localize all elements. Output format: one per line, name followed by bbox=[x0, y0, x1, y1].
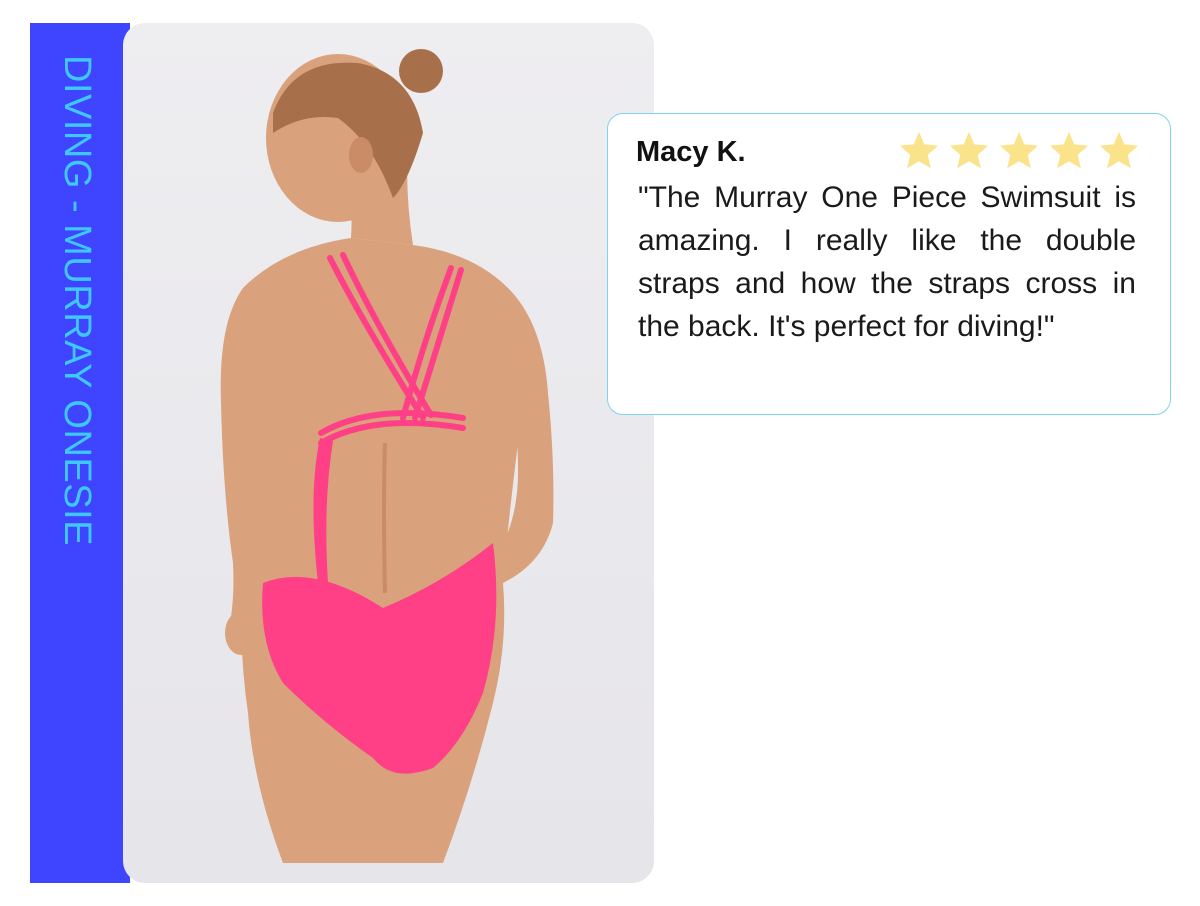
product-photo bbox=[123, 23, 654, 883]
model-swimsuit-illustration bbox=[220, 49, 554, 863]
category-label: DIVING - MURRAY ONESIE bbox=[56, 55, 98, 546]
review-card: Macy K. "The Murray One Piece Swimsuit i… bbox=[607, 113, 1171, 415]
star-icon bbox=[899, 131, 939, 169]
review-text: "The Murray One Piece Swimsuit is amazin… bbox=[638, 181, 1136, 343]
star-icon bbox=[999, 131, 1039, 169]
star-rating bbox=[898, 130, 1140, 170]
reviewer-name: Macy K. bbox=[636, 136, 746, 168]
star-icon bbox=[1099, 131, 1139, 169]
star-icon bbox=[1049, 131, 1089, 169]
star-icon bbox=[949, 131, 989, 169]
